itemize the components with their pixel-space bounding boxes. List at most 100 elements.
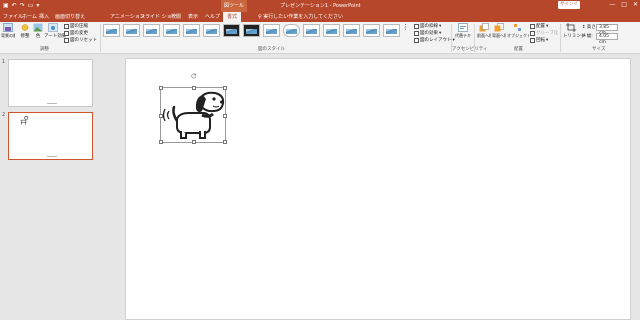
tab-transitions[interactable]: 画面切り替え [55, 12, 85, 22]
tell-me-search[interactable]: ♀ 実行したい作業を入力してください [258, 12, 343, 22]
height-input[interactable]: 3.85 cm [596, 24, 618, 36]
alt-text-icon [458, 23, 468, 32]
alt-text-button[interactable]: 代替テキスト [455, 23, 471, 39]
selected-picture[interactable] [159, 73, 227, 144]
style-thumb[interactable] [303, 24, 320, 37]
size-group-label: サイズ [592, 47, 606, 52]
undo-icon[interactable]: ↶ [12, 2, 17, 10]
maximize-button[interactable]: □ [621, 1, 627, 8]
tell-me-text: 実行したい作業を入力してください [263, 14, 343, 20]
tab-view[interactable]: 表示 [188, 12, 198, 22]
bring-forward-icon [479, 23, 489, 32]
crop-button[interactable]: トリミング [563, 23, 586, 39]
reset-picture-icon [64, 37, 69, 43]
corrections-icon [21, 24, 29, 31]
gallery-more-icon[interactable]: ⋮ [402, 23, 409, 31]
customize-qat-icon[interactable]: ▾ [36, 2, 39, 10]
chevron-down-icon: ▾ [439, 30, 442, 36]
style-thumb[interactable] [283, 24, 300, 37]
window-controls: — □ ✕ [609, 1, 638, 8]
artistic-effects-icon [48, 23, 58, 32]
rotate-handle-icon[interactable] [191, 73, 197, 79]
send-backward-button[interactable]: 背面へ移動 [492, 23, 506, 39]
rotate-label: 回転 [536, 38, 545, 43]
selection-pane-label: オブジェクトの選択と表示 [507, 33, 529, 38]
tab-help[interactable]: ヘルプ [205, 12, 220, 22]
rotate-button[interactable]: 回転 ▾ [530, 37, 548, 43]
width-icon: ↔ [582, 33, 586, 39]
effects-icon [414, 30, 419, 36]
signin-button[interactable]: サインイン [558, 1, 580, 15]
slide-number: 2 [2, 112, 6, 118]
gallery-scroll-buttons[interactable]: ⋮ [402, 23, 409, 31]
border-icon [414, 23, 419, 29]
tab-file[interactable]: ファイル [3, 12, 23, 22]
close-button[interactable]: ✕ [633, 1, 638, 8]
color-label: 色 [35, 34, 41, 39]
tab-home[interactable]: ホーム [22, 12, 37, 22]
style-thumb[interactable] [243, 24, 260, 37]
selection-pane-button[interactable]: オブジェクトの選択と表示 [507, 23, 529, 39]
group-objects-button[interactable]: グループ化 [530, 30, 558, 36]
style-thumb[interactable] [343, 24, 360, 37]
picture-effects-button[interactable]: 図の効果 ▾ [414, 30, 441, 36]
redo-icon[interactable]: ↷ [20, 2, 25, 10]
bring-forward-label: 前面へ移動 [477, 33, 491, 38]
align-label: 配置 [536, 24, 545, 29]
change-picture-icon [64, 30, 69, 36]
style-thumb[interactable] [203, 24, 220, 37]
compress-pictures-button[interactable]: 図の圧縮 [64, 23, 88, 29]
tab-format[interactable]: 書式 [223, 12, 242, 22]
corrections-label: 修整 [20, 34, 30, 39]
save-icon[interactable]: ▣ [3, 2, 9, 10]
document-title: プレゼンテーション1 - PowerPoint [280, 3, 361, 9]
artistic-effects-button[interactable]: アート効果 [44, 23, 66, 39]
picture-styles-gallery[interactable] [103, 23, 401, 43]
height-icon: ↕ [582, 24, 586, 30]
picture-styles-group-label: 図のスタイル [258, 47, 285, 52]
group-divider [474, 24, 475, 52]
accessibility-group-label: アクセシビリティ [452, 47, 488, 52]
slide[interactable] [125, 58, 631, 320]
picture-border-button[interactable]: 図の枠線 ▾ [414, 23, 441, 29]
selection-pane-icon [514, 24, 521, 31]
ribbon-tabs: ファイル ホーム 挿入 画面切り替え アニメーション スライド ショー 校閲 表… [0, 12, 640, 22]
style-thumb[interactable] [383, 24, 400, 37]
slide-thumbnail-selected[interactable] [8, 112, 93, 160]
style-thumb[interactable] [263, 24, 280, 37]
style-thumb[interactable] [163, 24, 180, 37]
picture-effects-label: 図の効果 [420, 31, 438, 36]
start-slideshow-icon[interactable]: ▭ [28, 2, 34, 10]
align-button[interactable]: 配置 ▾ [530, 23, 548, 29]
style-thumb[interactable] [143, 24, 160, 37]
title-bar: ▣ ↶ ↷ ▭ ▾ 図ツール プレゼンテーション1 - PowerPoint サ… [0, 0, 640, 15]
picture-layout-button[interactable]: 図のレイアウト ▾ [414, 37, 455, 43]
style-thumb[interactable] [223, 24, 240, 37]
tab-insert[interactable]: 挿入 [39, 12, 49, 22]
reset-picture-button[interactable]: 図のリセット [64, 37, 97, 43]
picture-tools-context-label: 図ツール [221, 0, 247, 12]
slide-thumbnail[interactable] [8, 59, 93, 107]
tab-review[interactable]: 校閲 [171, 12, 181, 22]
minimize-button[interactable]: — [609, 1, 615, 8]
rotate-icon [530, 37, 535, 43]
slide-number: 1 [2, 59, 6, 65]
style-thumb[interactable] [183, 24, 200, 37]
bring-forward-button[interactable]: 前面へ移動 [477, 23, 491, 39]
layout-icon [414, 37, 419, 43]
style-thumb[interactable] [123, 24, 140, 37]
color-button[interactable]: 色 [33, 23, 43, 39]
send-backward-label: 背面へ移動 [492, 33, 506, 38]
ribbon: 背景の削除 修整 色 アート効果 図の圧縮 図の変更 図のリセット 調整 ⋮ 図… [0, 22, 640, 54]
change-picture-button[interactable]: 図の変更 [64, 30, 88, 36]
width-input[interactable]: 4.05 cm [596, 33, 618, 45]
style-thumb[interactable] [103, 24, 120, 37]
compress-icon [64, 23, 69, 29]
style-thumb[interactable] [323, 24, 340, 37]
width-label: 幅: [586, 34, 593, 39]
corrections-button[interactable]: 修整 [19, 23, 31, 39]
style-thumb[interactable] [363, 24, 380, 37]
remove-background-button[interactable]: 背景の削除 [1, 23, 15, 39]
chevron-down-icon: ▾ [546, 23, 549, 29]
change-picture-label: 図の変更 [70, 31, 88, 36]
